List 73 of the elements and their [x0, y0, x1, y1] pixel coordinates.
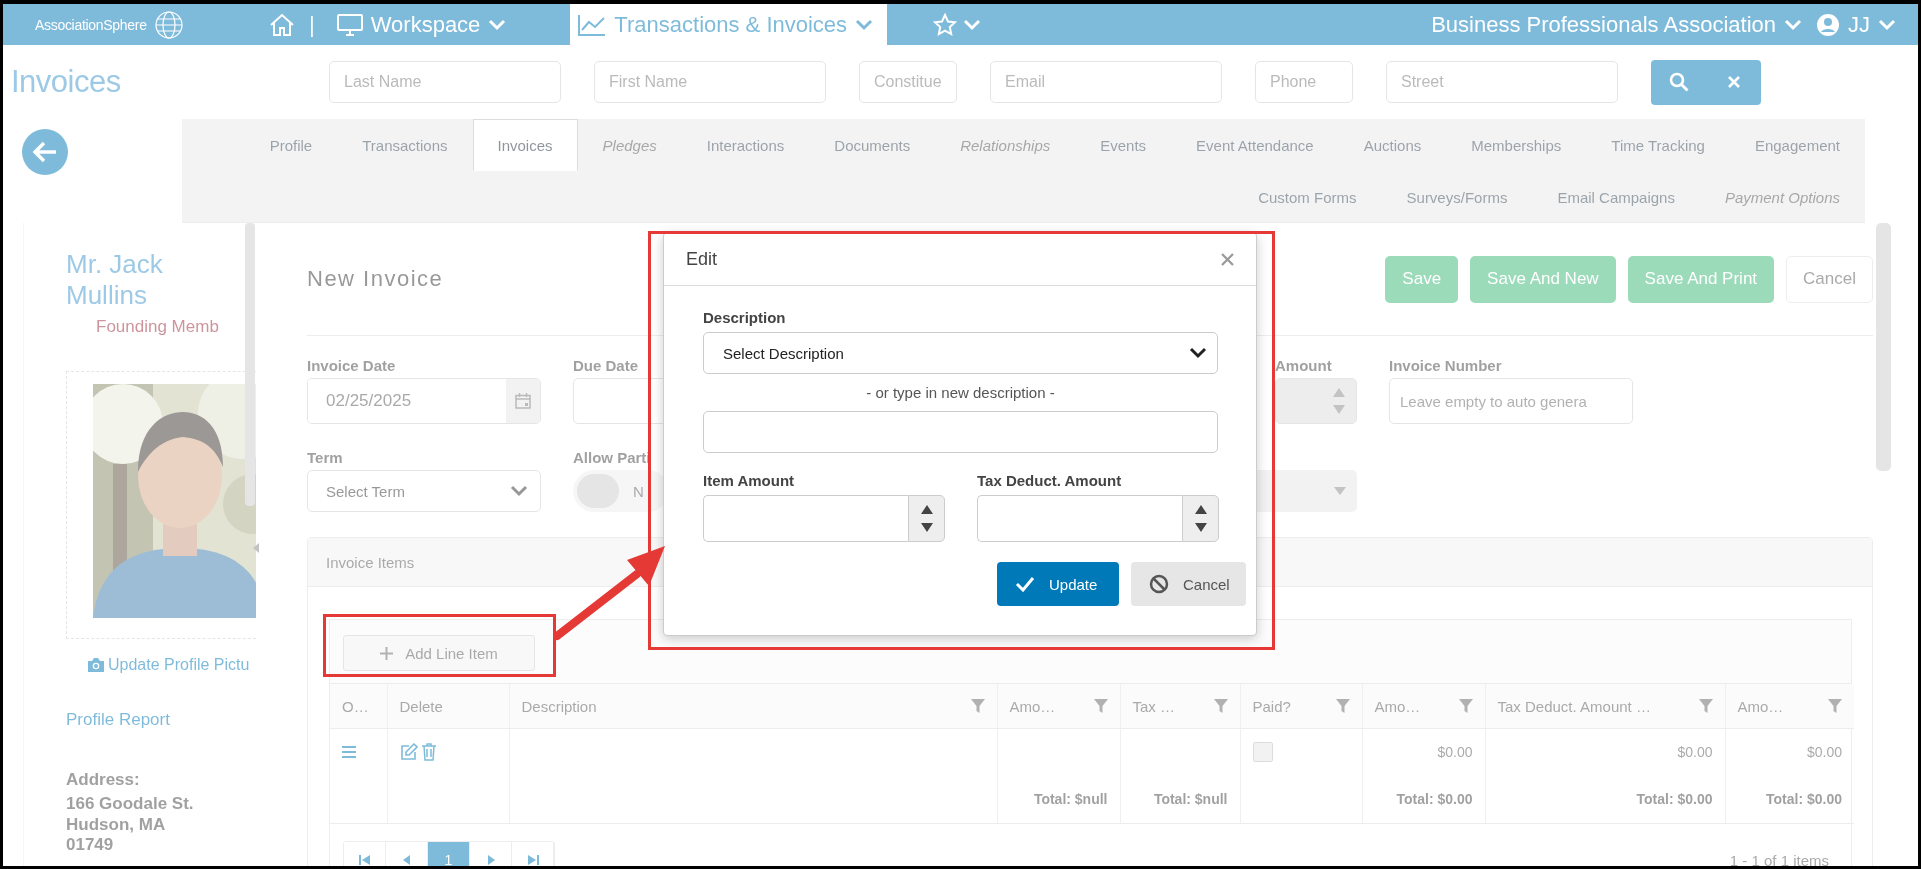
field-label: Invoice Date: [307, 355, 396, 376]
search-field[interactable]: Email: [990, 61, 1222, 103]
field-label: Description: [703, 307, 787, 328]
search-field[interactable]: First Name: [594, 61, 826, 103]
column-header[interactable]: Amo…: [1737, 697, 1784, 715]
form-title: New Invoice: [307, 266, 445, 292]
term-select[interactable]: Select Term: [307, 470, 541, 512]
total-cell: Total: $null: [997, 775, 1120, 824]
column-header[interactable]: O…: [342, 697, 369, 715]
tab[interactable]: Custom Forms: [1233, 171, 1382, 223]
description-select[interactable]: Select Description: [703, 332, 1218, 374]
field-label: Tax Deduct. Amount: [977, 470, 1123, 491]
field-label: Item Amount: [703, 470, 796, 491]
tab[interactable]: Event Attendance: [1171, 119, 1339, 171]
table-cell: $0.00: [1725, 728, 1854, 775]
cancel-button[interactable]: Cancel: [1786, 255, 1873, 303]
tab[interactable]: Invoices: [472, 119, 578, 171]
update-photo-link[interactable]: Update Profile Pictu: [88, 656, 256, 675]
field-label: Amount: [1275, 355, 1332, 376]
total-cell: Total: $0.00: [1485, 775, 1725, 824]
page-button[interactable]: 1: [428, 842, 470, 866]
tab[interactable]: Profile: [244, 119, 338, 171]
total-cell: Total: $0.00: [1362, 775, 1485, 824]
profile-name: Mr. Jack Mullins: [66, 249, 164, 312]
update-button[interactable]: Update: [997, 562, 1119, 606]
table-cell: $0.00: [1362, 728, 1485, 775]
total-cell: Total: $null: [1120, 775, 1240, 824]
field-label: Due Date: [573, 355, 639, 376]
tab[interactable]: Engagement: [1729, 119, 1865, 171]
organization-menu[interactable]: Business Professionals Association: [1431, 4, 1802, 45]
save-button[interactable]: Save And New: [1470, 255, 1616, 303]
tab[interactable]: Time Tracking: [1586, 119, 1730, 171]
dialog-title: Edit: [686, 248, 718, 270]
column-header[interactable]: Amo…: [1009, 697, 1056, 715]
search-field[interactable]: Phone: [1255, 61, 1353, 103]
search-field[interactable]: Street: [1386, 61, 1618, 103]
profile-report-link[interactable]: Profile Report: [66, 710, 170, 731]
address-label: Address:: [66, 770, 141, 791]
tab[interactable]: Surveys/Forms: [1381, 171, 1533, 223]
add-line-item-button[interactable]: Add Line Item: [343, 635, 535, 671]
field-label: Term: [307, 447, 343, 468]
tab[interactable]: Interactions: [681, 119, 810, 171]
page-title: Invoices: [11, 64, 122, 100]
column-header[interactable]: Delete: [399, 697, 443, 715]
tab[interactable]: Email Campaigns: [1532, 171, 1700, 223]
hint-text: - or type in new description -: [865, 384, 1056, 401]
address-text: 166 Goodale St. Hudson, MA 01749: [66, 794, 195, 856]
field-label: Invoice Number: [1389, 355, 1502, 376]
tab[interactable]: Auctions: [1338, 119, 1447, 171]
tab[interactable]: Transactions: [337, 119, 473, 171]
logo-text: AssociationSphere: [35, 16, 147, 33]
save-button[interactable]: Save And Print: [1627, 255, 1775, 303]
pager-info: 1 - 1 of 1 items: [1729, 851, 1829, 866]
tab[interactable]: Events: [1075, 119, 1172, 171]
menu-separator: |: [309, 11, 315, 38]
total-cell: Total: $0.00: [1725, 775, 1854, 824]
search-field[interactable]: Constitue: [859, 61, 957, 103]
cancel-button[interactable]: Cancel: [1131, 562, 1246, 606]
column-header[interactable]: Tax …: [1132, 697, 1175, 715]
navigation-menu[interactable]: Workspace: [322, 4, 521, 45]
user-menu[interactable]: JJ: [1816, 4, 1896, 45]
date-field[interactable]: 02/25/2025: [307, 378, 541, 424]
save-button[interactable]: Save: [1385, 255, 1459, 303]
membership-label: Founding Memb: [96, 317, 220, 338]
tab[interactable]: Memberships: [1446, 119, 1587, 171]
search-field[interactable]: Last Name: [329, 61, 561, 103]
column-header[interactable]: Paid?: [1252, 697, 1291, 715]
tab[interactable]: Documents: [809, 119, 936, 171]
table-cell: $0.00: [1485, 728, 1725, 775]
invoice-number-field[interactable]: Leave empty to auto genera: [1389, 378, 1633, 424]
column-header[interactable]: Amo…: [1374, 697, 1421, 715]
navigation-menu[interactable]: Transactions & Invoices: [570, 4, 888, 45]
column-header[interactable]: Description: [521, 697, 597, 715]
